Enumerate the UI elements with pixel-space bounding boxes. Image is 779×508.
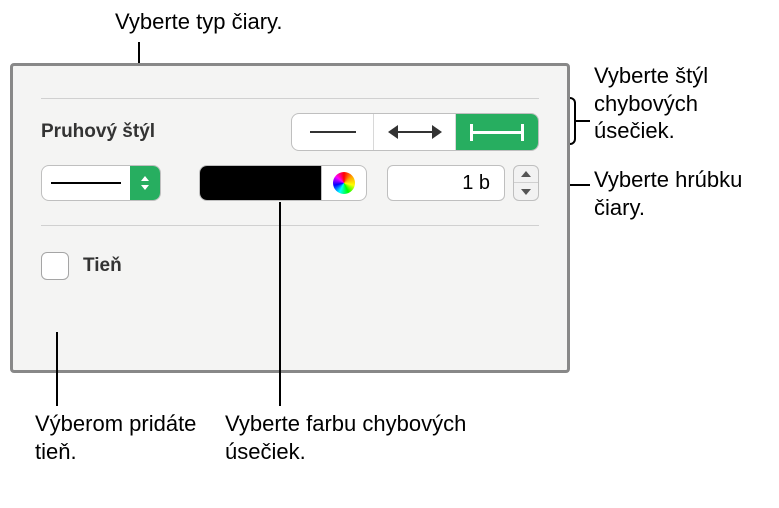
seg-t-caps[interactable] [456, 114, 538, 150]
seg-arrow-caps[interactable] [374, 114, 456, 150]
color-wheel-icon [333, 172, 355, 194]
color-picker-button[interactable] [322, 166, 366, 200]
thickness-stepper[interactable] [513, 165, 539, 201]
line-type-dropdown-button[interactable] [130, 166, 160, 200]
divider [41, 98, 539, 99]
style-panel: Pruhový štýl [10, 63, 570, 373]
error-bar-style-segmented[interactable] [291, 113, 539, 151]
row-shadow: Tieň [41, 252, 539, 280]
seg-plain-line[interactable] [292, 114, 374, 150]
thickness-control: 1 b [387, 165, 539, 201]
color-well[interactable] [199, 165, 367, 201]
line-type-select[interactable] [41, 165, 161, 201]
stepper-down[interactable] [514, 183, 538, 200]
callout-leader [576, 120, 590, 122]
line-plain-icon [310, 131, 356, 133]
chevron-updown-icon [139, 176, 151, 190]
line-thickness-field[interactable]: 1 b [387, 165, 505, 201]
chevron-down-icon [521, 189, 531, 195]
section-title: Pruhový štýl [41, 121, 155, 143]
chevron-up-icon [521, 171, 531, 177]
callout-shadow: Výberom pridáte tieň. [35, 410, 215, 465]
row-bar-style: Pruhový štýl [41, 113, 539, 151]
line-t-caps-icon [470, 131, 524, 134]
line-thickness-value: 1 b [462, 172, 490, 195]
callout-color: Vyberte farbu chybových úsečiek. [225, 410, 485, 465]
shadow-checkbox[interactable] [41, 252, 69, 280]
stepper-up[interactable] [514, 166, 538, 183]
callout-leader [279, 202, 281, 406]
row-line-options: 1 b [41, 165, 539, 201]
callout-line-type: Vyberte typ čiary. [115, 8, 283, 36]
shadow-label: Tieň [83, 255, 122, 277]
callout-thickness: Vyberte hrúbku čiary. [594, 166, 774, 221]
callout-leader [56, 332, 58, 406]
callout-error-style: Vyberte štýl chybových úsečiek. [594, 62, 774, 145]
divider [41, 225, 539, 226]
line-type-preview [42, 182, 130, 184]
color-swatch[interactable] [200, 166, 322, 200]
line-arrow-caps-icon [390, 131, 440, 133]
